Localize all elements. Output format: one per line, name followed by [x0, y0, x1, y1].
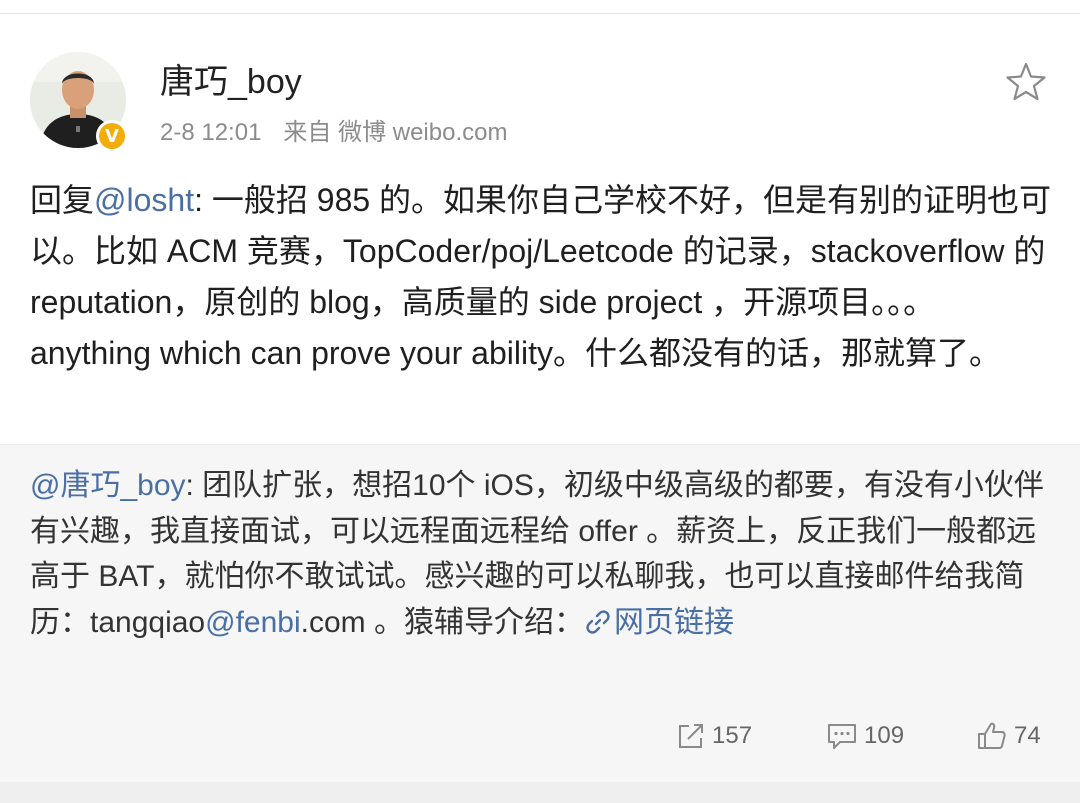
comment-icon — [828, 724, 856, 749]
web-link-label: 网页链接 — [613, 605, 734, 639]
repost-icon — [679, 724, 703, 748]
username[interactable]: 唐巧_boy — [160, 60, 302, 104]
post-body: 回复@losht: 一般招 985 的。如果你自己学校不好，但是有别的证明也可以… — [30, 175, 1055, 379]
verified-badge: V — [96, 120, 128, 152]
thumbs-up-icon — [978, 722, 1006, 749]
repost-button[interactable]: 157 — [676, 716, 752, 756]
link-icon — [586, 609, 610, 634]
like-button[interactable]: 74 — [976, 716, 1041, 756]
star-icon[interactable] — [1004, 60, 1048, 104]
mention-link[interactable]: @losht — [94, 182, 194, 218]
like-count: 74 — [1014, 722, 1041, 749]
bottom-divider — [0, 782, 1080, 803]
repost-text-tail: .com 。猿辅导介绍： — [300, 605, 584, 639]
repost-count: 157 — [712, 722, 753, 749]
reply-prefix: 回复 — [30, 182, 95, 218]
repost-author-mention[interactable]: @唐巧_boy — [30, 469, 186, 502]
email-mention-link[interactable]: @fenbi — [205, 606, 301, 639]
comment-count: 109 — [864, 722, 905, 749]
top-divider — [0, 13, 1080, 14]
repost-body: @唐巧_boy: 团队扩张，想招10个 iOS，初级中级高级的都要，有没有小伙伴… — [30, 463, 1050, 645]
post-source[interactable]: 来自 微博 weibo.com — [283, 119, 507, 146]
web-link[interactable]: 网页链接 — [584, 606, 734, 639]
post-meta: 2-8 12:01 来自 微博 weibo.com — [160, 116, 507, 150]
comment-button[interactable]: 109 — [826, 716, 904, 756]
post-time: 2-8 12:01 — [160, 119, 262, 146]
